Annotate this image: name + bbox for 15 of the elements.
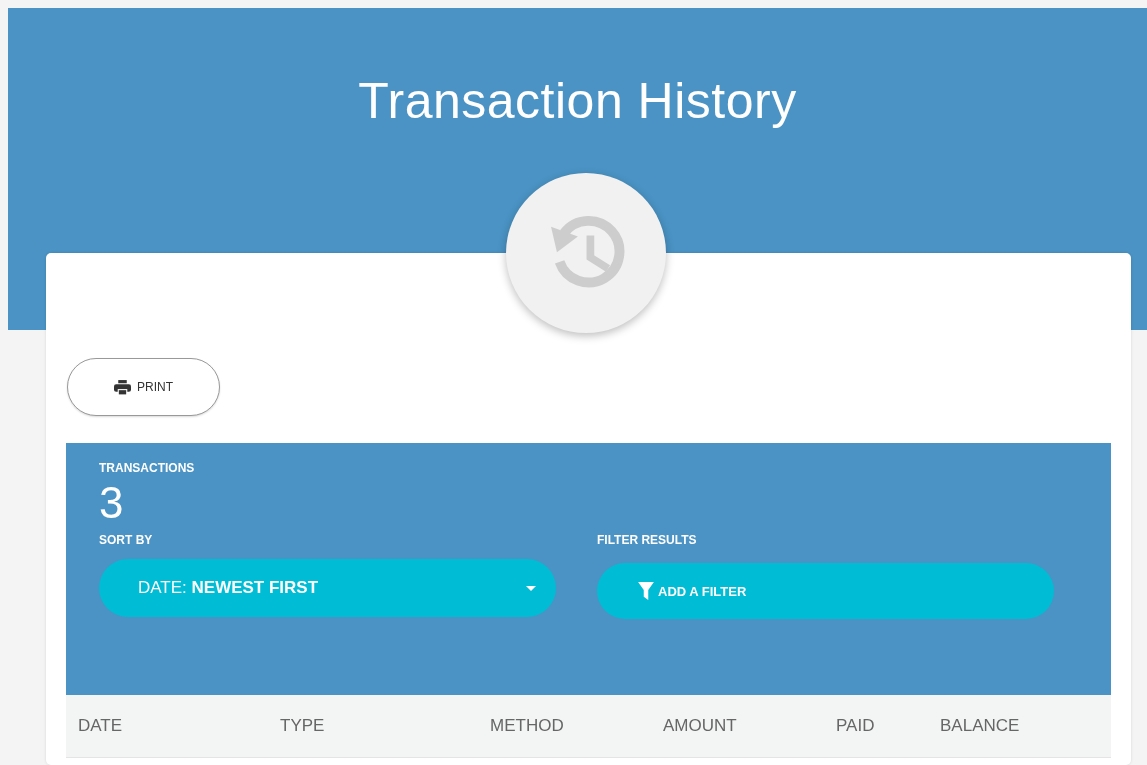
- print-button[interactable]: PRINT: [67, 358, 220, 416]
- column-header[interactable]: BALANCE: [940, 716, 1020, 736]
- print-icon: [114, 379, 131, 395]
- column-header[interactable]: PAID: [836, 716, 875, 736]
- column-header[interactable]: AMOUNT: [663, 716, 737, 736]
- caret-icon: [526, 585, 536, 591]
- transaction-count: 3: [99, 477, 125, 529]
- column-header[interactable]: METHOD: [490, 716, 564, 736]
- transactions-label: TRANSACTIONS: [99, 461, 196, 475]
- column-header[interactable]: TYPE: [280, 716, 325, 736]
- filter-icon: [638, 582, 654, 600]
- sort-label: SORT BY: [99, 533, 154, 547]
- filter-label: FILTER RESULTS: [597, 533, 698, 547]
- column-header[interactable]: DATE: [78, 716, 123, 736]
- page-title: Transaction History: [358, 72, 797, 131]
